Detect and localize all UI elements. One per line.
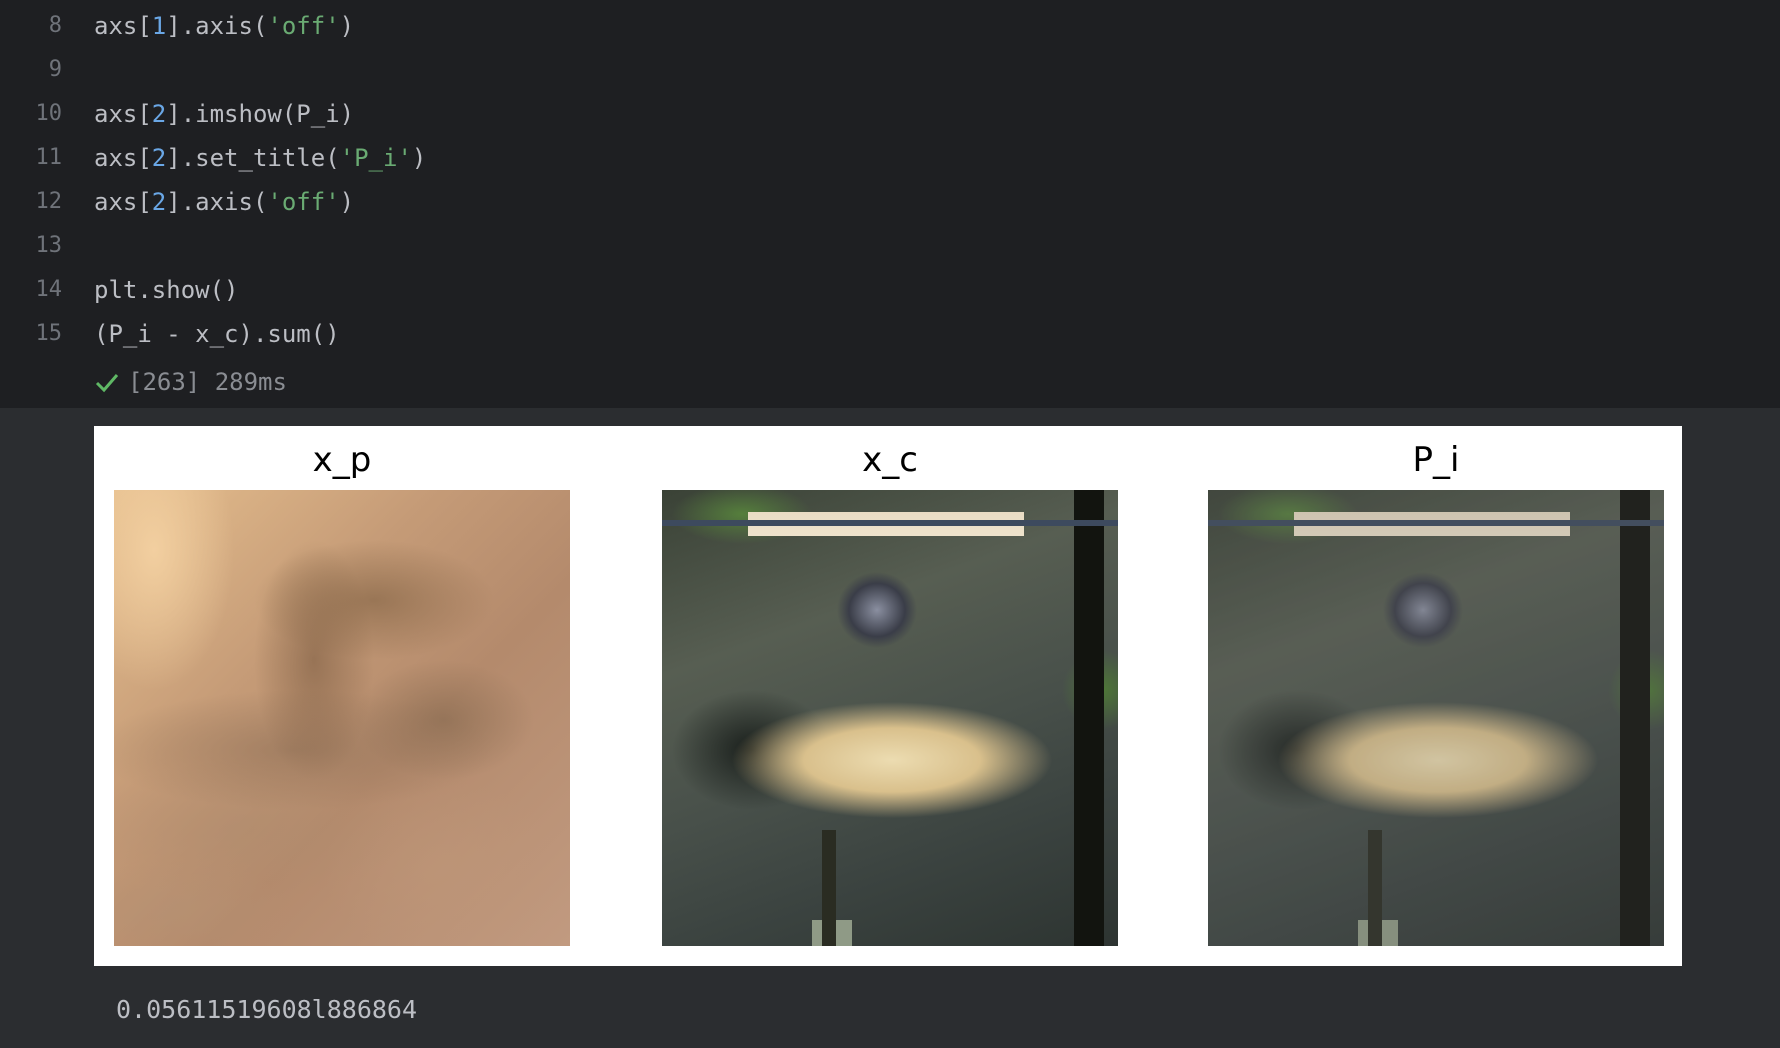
cell-run-status: [263] 289ms — [94, 362, 287, 402]
panel-title: P_i — [1412, 440, 1460, 480]
code-line[interactable]: (P_i - x_c).sum() — [94, 312, 340, 356]
line-number: 9 — [48, 57, 62, 82]
code-string: 'P_i' — [339, 144, 412, 172]
code-token: axs[ — [94, 144, 152, 172]
code-token: ].axis( — [166, 188, 268, 216]
run-status-text: [263] 289ms — [128, 368, 287, 396]
code-number: 2 — [151, 188, 167, 216]
code-token: axs[ — [94, 100, 152, 128]
line-number: 12 — [35, 189, 63, 214]
line-number: 15 — [35, 321, 63, 346]
code-line[interactable]: plt.show() — [94, 268, 239, 312]
code-line[interactable]: axs[2].set_title('P_i') — [94, 136, 426, 180]
code-token: ) — [339, 188, 355, 216]
code-token: plt.show() — [94, 276, 239, 304]
output-result-value: 0.05611519608l886864 — [116, 995, 418, 1024]
matplotlib-figure: x_p x_c P_i — [94, 426, 1682, 966]
line-number: 8 — [48, 13, 62, 38]
figure-panel-p-i: P_i — [1208, 426, 1664, 966]
panel-title: x_c — [862, 440, 918, 480]
code-token: (P_i - x_c).sum() — [94, 320, 340, 348]
code-string: 'off' — [267, 188, 340, 216]
image-x-c — [662, 490, 1118, 946]
panel-title: x_p — [312, 440, 372, 480]
code-number: 2 — [151, 144, 167, 172]
code-token: axs[ — [94, 188, 152, 216]
line-number: 11 — [35, 145, 63, 170]
code-string: 'off' — [267, 12, 340, 40]
line-number: 14 — [35, 277, 63, 302]
code-token: axs[ — [94, 12, 152, 40]
code-editor[interactable]: 8 axs[1].axis('off') 9 10 axs[2].imshow(P_i)… — [0, 0, 1780, 408]
line-number: 13 — [35, 233, 63, 258]
image-p-i — [1208, 490, 1664, 946]
code-token: ) — [339, 12, 355, 40]
code-token: ].axis( — [166, 12, 268, 40]
figure-panel-x-c: x_c — [662, 426, 1118, 966]
code-line[interactable]: axs[2].imshow(P_i) — [94, 92, 354, 136]
image-x-p — [114, 490, 570, 946]
check-icon — [94, 371, 120, 393]
code-line[interactable]: axs[2].axis('off') — [94, 180, 354, 224]
code-line[interactable]: axs[1].axis('off') — [94, 4, 354, 48]
code-number: 1 — [151, 12, 167, 40]
code-token: ].imshow(P_i) — [166, 100, 355, 128]
line-number: 10 — [35, 101, 63, 126]
code-token: ) — [411, 144, 427, 172]
figure-panel-x-p: x_p — [114, 426, 570, 966]
code-token: ].set_title( — [166, 144, 340, 172]
code-number: 2 — [151, 100, 167, 128]
